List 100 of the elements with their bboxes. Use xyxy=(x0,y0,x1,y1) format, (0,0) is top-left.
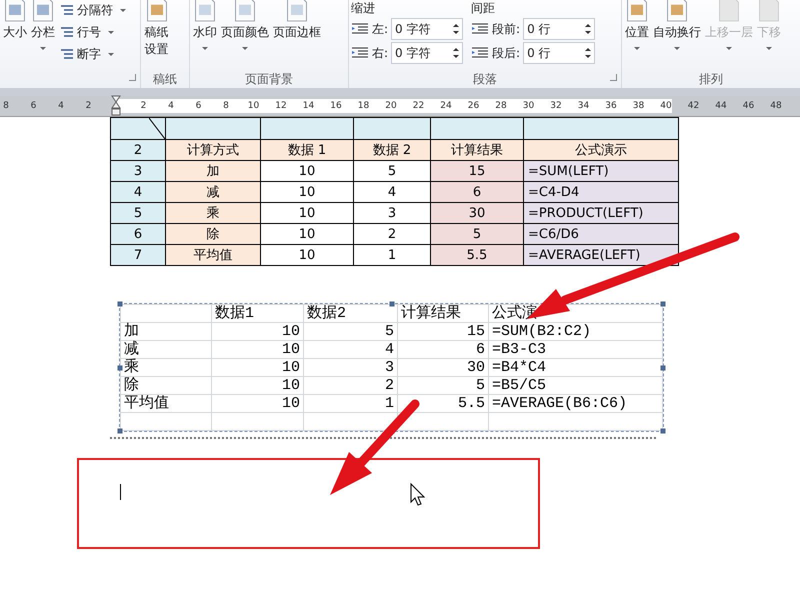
document-icon xyxy=(285,0,309,22)
sheet-cell: 4 xyxy=(304,340,398,358)
sheet-cell: =SUM(B2:C2) xyxy=(488,322,662,340)
sheet-cell: 除 xyxy=(120,376,212,394)
sheet-cell: 计算结果 xyxy=(398,304,488,322)
sheet-cell: 5 xyxy=(398,376,488,394)
sheet-cell: 5.5 xyxy=(398,394,488,412)
ruler-number: 6 xyxy=(194,101,202,111)
ribbon-button[interactable]: 页面颜色 xyxy=(220,0,270,70)
ruler-number: 42 xyxy=(686,101,700,111)
table-cell: 平均值 xyxy=(166,244,260,266)
ribbon-button[interactable]: 自动换行 xyxy=(652,0,702,70)
sheet-cell: 6 xyxy=(398,340,488,358)
field-label: 左: xyxy=(372,20,388,38)
table-cell: 15 xyxy=(430,160,524,182)
sheet-cell: 加 xyxy=(120,322,212,340)
caret-icon xyxy=(120,8,126,12)
ribbon-button[interactable]: 行号 xyxy=(58,22,128,42)
ruler-number: 46 xyxy=(742,101,756,111)
caret-icon xyxy=(108,52,114,56)
table-cell: 1 xyxy=(354,244,430,266)
spin-arrows-icon xyxy=(585,24,592,34)
sheet-cell: 2 xyxy=(304,376,398,394)
resize-handle[interactable] xyxy=(118,302,122,306)
resize-handle[interactable] xyxy=(660,365,666,370)
resize-handle[interactable] xyxy=(118,428,122,434)
ruler-number: 36 xyxy=(604,101,618,111)
ribbon-button[interactable]: 位置 xyxy=(624,0,650,70)
ruler-number: 16 xyxy=(329,101,343,111)
table-cell: 6 xyxy=(110,224,166,244)
dialog-launcher-icon[interactable] xyxy=(610,74,617,81)
group-label: 页面背景 xyxy=(245,70,293,88)
ribbon-button[interactable]: 大小 xyxy=(2,0,28,70)
sheet-cell: 10 xyxy=(212,358,304,376)
ruler-number: 12 xyxy=(274,101,288,111)
group-label: 段落 xyxy=(473,70,497,88)
resize-handle[interactable] xyxy=(118,365,122,370)
lines-icon xyxy=(60,25,74,39)
indent-icon xyxy=(471,46,490,60)
mouse-pointer-icon xyxy=(410,482,426,506)
resize-handle[interactable] xyxy=(660,302,666,306)
sheet-cell: 15 xyxy=(398,322,488,340)
ribbon-button[interactable]: 稿纸设置 xyxy=(143,0,170,70)
table-cell: 2 xyxy=(110,140,166,160)
table-cell: 6 xyxy=(430,182,524,202)
ruler-number: 18 xyxy=(356,101,370,111)
spin-field[interactable]: 0 字符 xyxy=(391,18,464,40)
ruler-number: 8 xyxy=(222,101,230,111)
ribbon-button[interactable]: 分隔符 xyxy=(58,0,128,20)
indent-marker-icon[interactable] xyxy=(111,95,121,117)
ruler-number: 48 xyxy=(769,101,783,111)
ruler-number: 4 xyxy=(57,101,65,111)
table-cell: 5.5 xyxy=(430,244,524,266)
ruler-number: 4 xyxy=(167,101,175,111)
table-cell: 5 xyxy=(430,224,524,244)
resize-handle[interactable] xyxy=(660,428,666,434)
caret-icon xyxy=(108,30,114,34)
sheet-cell: 3 xyxy=(304,358,398,376)
sheet-cell: =AVERAGE(B6:C6) xyxy=(488,394,662,412)
indent-icon xyxy=(351,46,369,60)
sheet-cell: 10 xyxy=(212,394,304,412)
ruler-number: 32 xyxy=(549,101,563,111)
ribbon-button[interactable]: 水印 xyxy=(192,0,218,70)
resize-handle[interactable] xyxy=(389,302,394,306)
table-cell: 加 xyxy=(166,160,260,182)
ruler-number: 34 xyxy=(576,101,590,111)
sheet-cell: =B4*C4 xyxy=(488,358,662,376)
sheet-cell: 10 xyxy=(212,340,304,358)
field-label: 右: xyxy=(372,44,388,62)
sheet-cell: 10 xyxy=(212,376,304,394)
spin-field[interactable]: 0 字符 xyxy=(391,42,464,64)
spin-field[interactable]: 0 行 xyxy=(523,18,596,40)
ribbon-button[interactable]: 分栏 xyxy=(30,0,56,70)
field-label: 段前: xyxy=(492,20,520,38)
table-cell: 数据 1 xyxy=(260,140,354,160)
sheet-cell: 10 xyxy=(212,322,304,340)
ruler-number: 28 xyxy=(494,101,508,111)
table-cell: 除 xyxy=(166,224,260,244)
document-icon xyxy=(757,0,781,22)
table-cell: 计算结果 xyxy=(430,140,524,160)
table-cell: 数据 2 xyxy=(354,140,430,160)
document-icon xyxy=(625,0,649,22)
ribbon-button[interactable]: 断字 xyxy=(58,44,128,64)
spin-field[interactable]: 0 行 xyxy=(523,42,596,64)
table-cell: 10 xyxy=(260,182,354,202)
table-cell: 3 xyxy=(354,202,430,224)
ruler-number: 6 xyxy=(30,101,38,111)
sheet-cell: 乘 xyxy=(120,358,212,376)
table-cell: 4 xyxy=(110,182,166,202)
document-icon xyxy=(717,0,741,22)
table-cell: 5 xyxy=(110,202,166,224)
indent-icon xyxy=(471,22,490,36)
table-cell: 2 xyxy=(354,224,430,244)
indent-icon xyxy=(351,22,369,36)
sheet-cell: 1 xyxy=(304,394,398,412)
table-cell: 10 xyxy=(260,202,354,224)
table-cell: =SUM(LEFT) xyxy=(524,160,678,182)
ruler-number: 40 xyxy=(659,101,673,111)
ribbon-button[interactable]: 页面边框 xyxy=(272,0,322,70)
dialog-launcher-icon[interactable] xyxy=(129,74,136,81)
